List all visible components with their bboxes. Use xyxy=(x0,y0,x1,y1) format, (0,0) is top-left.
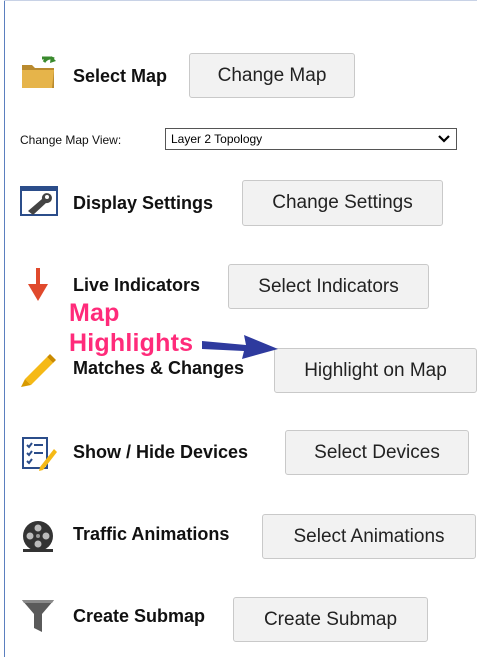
annotation-text-line2: Highlights xyxy=(69,329,194,357)
annotation-arrow-icon xyxy=(200,325,280,370)
panel-left-border xyxy=(4,0,5,657)
folder-icon xyxy=(20,56,56,95)
annotation-text-line1: Map xyxy=(69,299,120,327)
film-reel-icon xyxy=(20,518,56,559)
live-indicators-label: Live Indicators xyxy=(73,275,201,295)
funnel-icon xyxy=(21,598,55,639)
select-map-label: Select Map xyxy=(73,66,168,86)
create-submap-button[interactable]: Create Submap xyxy=(233,597,428,642)
traffic-animations-label: Traffic Animations xyxy=(73,524,230,544)
select-animations-button[interactable]: Select Animations xyxy=(262,514,476,559)
highlighter-icon xyxy=(19,353,57,392)
display-settings-label: Display Settings xyxy=(73,193,214,213)
show-hide-devices-label: Show / Hide Devices xyxy=(73,442,249,462)
checklist-icon xyxy=(22,437,58,476)
panel-top-border xyxy=(4,0,477,1)
settings-icon xyxy=(20,186,58,221)
change-settings-button[interactable]: Change Settings xyxy=(242,180,443,226)
down-arrow-icon xyxy=(27,268,49,307)
create-submap-label: Create Submap xyxy=(73,606,206,626)
highlight-on-map-button[interactable]: Highlight on Map xyxy=(274,348,477,393)
change-map-button[interactable]: Change Map xyxy=(189,53,355,98)
change-map-view-label: Change Map View: xyxy=(20,133,122,147)
map-view-select[interactable]: Layer 2 Topology xyxy=(165,128,457,150)
chevron-down-icon xyxy=(438,132,450,149)
select-indicators-button[interactable]: Select Indicators xyxy=(228,264,429,309)
map-view-selected-value: Layer 2 Topology xyxy=(171,132,263,146)
select-devices-button[interactable]: Select Devices xyxy=(285,430,469,475)
